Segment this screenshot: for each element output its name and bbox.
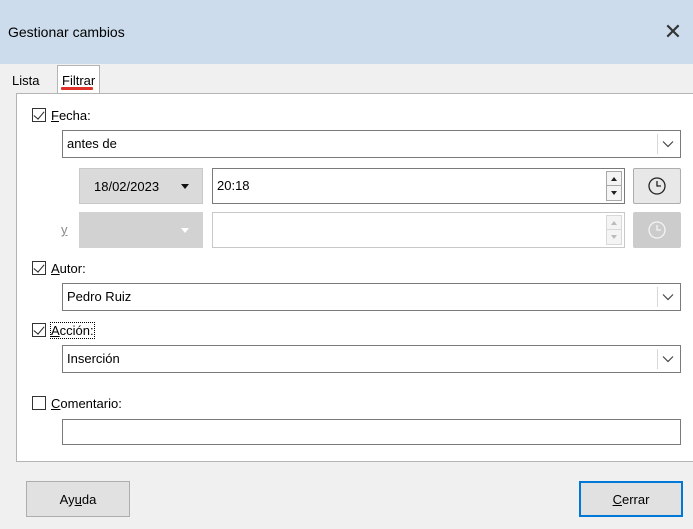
action-select[interactable]: Inserción: [62, 345, 681, 373]
tab-lista[interactable]: Lista: [10, 71, 41, 93]
date-checkbox-row[interactable]: Fecha:: [32, 105, 91, 125]
author-label: Autor:: [51, 260, 86, 276]
action-value: Inserción: [67, 351, 120, 366]
author-checkbox[interactable]: [32, 261, 46, 275]
action-checkbox[interactable]: [32, 323, 46, 337]
date-condition-value: antes de: [67, 136, 117, 151]
time-value: 20:18: [217, 178, 250, 193]
window-title: Gestionar cambios: [8, 24, 125, 40]
end-time-spinner: [606, 215, 622, 245]
action-label: Acción:: [50, 321, 95, 339]
date-checkbox[interactable]: [32, 108, 46, 122]
active-tab-indicator: [61, 87, 94, 90]
end-date-picker-button: [79, 212, 203, 248]
chevron-down-icon[interactable]: [657, 287, 677, 307]
caret-down-icon: [181, 228, 189, 233]
action-checkbox-row[interactable]: Acción:: [32, 320, 95, 340]
comment-label: Comentario:: [51, 395, 122, 411]
end-time-field: [212, 212, 625, 248]
help-button[interactable]: Ay u da: [26, 481, 130, 517]
date-value: 18/02/2023: [94, 178, 160, 194]
time-field[interactable]: 20:18: [212, 168, 625, 204]
caret-down-icon: [181, 184, 189, 189]
author-value: Pedro Ruiz: [67, 289, 132, 304]
clock-icon: [648, 221, 666, 239]
date-label: Fecha:: [51, 107, 91, 123]
comment-checkbox-row[interactable]: Comentario:: [32, 393, 122, 413]
current-time-button[interactable]: [633, 168, 681, 204]
chevron-down-icon[interactable]: [657, 349, 677, 369]
tab-filtrar[interactable]: Filtrar: [57, 65, 101, 94]
clock-icon: [648, 177, 666, 195]
end-current-time-button: [633, 212, 681, 248]
spin-down-icon: [606, 230, 622, 245]
date-condition-select[interactable]: antes de: [62, 130, 681, 158]
spin-down-icon[interactable]: [606, 186, 622, 201]
title-bar: Gestionar cambios ✕: [0, 0, 693, 64]
spin-up-icon[interactable]: [606, 171, 622, 186]
spin-up-icon: [606, 215, 622, 230]
time-spinner[interactable]: [606, 171, 622, 201]
tab-filtrar-label: Filtrar: [62, 73, 96, 88]
close-button[interactable]: Cerrar: [579, 481, 683, 517]
date-picker-button[interactable]: 18/02/2023: [79, 168, 203, 204]
author-checkbox-row[interactable]: Autor:: [32, 258, 86, 278]
author-select[interactable]: Pedro Ruiz: [62, 283, 681, 311]
and-label: y: [61, 222, 68, 237]
comment-checkbox[interactable]: [32, 396, 46, 410]
chevron-down-icon[interactable]: [657, 134, 677, 154]
close-icon[interactable]: ✕: [653, 12, 693, 52]
comment-input[interactable]: [62, 419, 681, 445]
